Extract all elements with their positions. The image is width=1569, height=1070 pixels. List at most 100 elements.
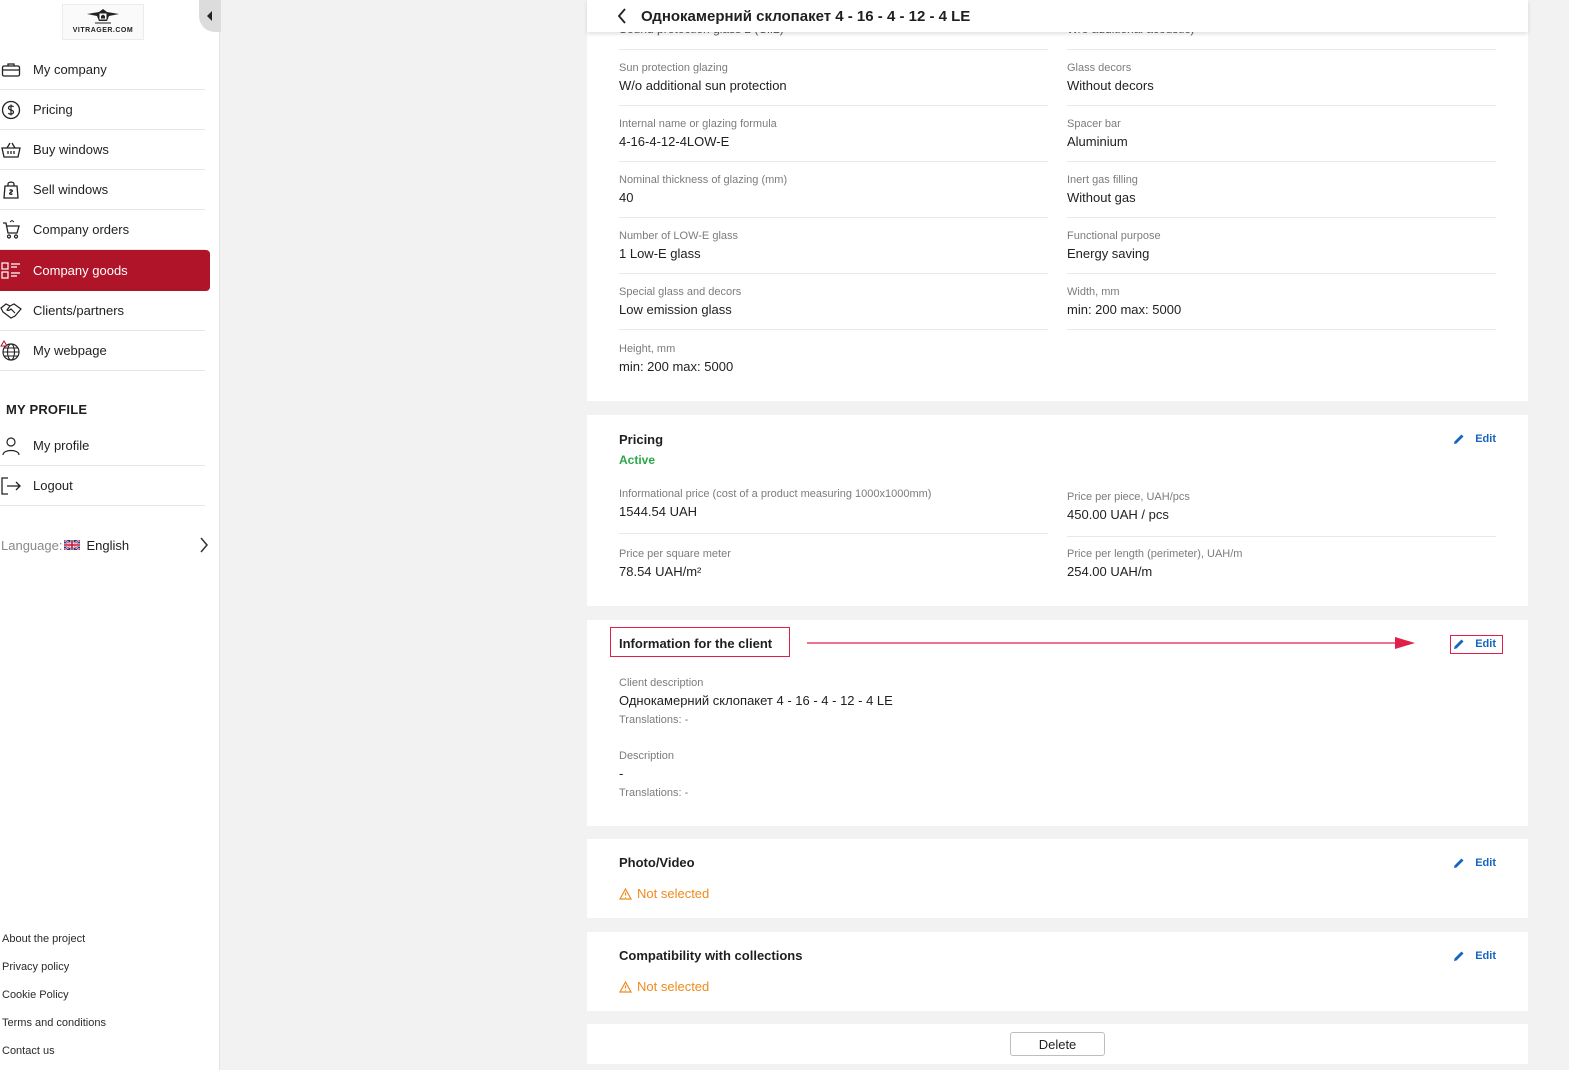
list-grid-icon <box>0 260 24 282</box>
sidebar-item-label: Pricing <box>33 102 73 117</box>
language-label: Language: <box>1 537 63 553</box>
back-button[interactable] <box>617 6 631 26</box>
footer-link-contact[interactable]: Contact us <box>2 1042 106 1070</box>
footer-link-about[interactable]: About the project <box>2 930 106 958</box>
sidebar-item-company-orders[interactable]: Company orders <box>0 210 205 250</box>
compatibility-edit-button[interactable]: Edit <box>1453 950 1496 962</box>
photo-video-title: Photo/Video <box>619 855 695 870</box>
field-width: Width, mm min: 200 max: 5000 <box>1067 286 1182 317</box>
sidebar-item-buy-windows[interactable]: Buy windows <box>0 130 205 170</box>
pencil-icon <box>1454 858 1464 868</box>
sidebar-item-my-webpage[interactable]: My webpage <box>0 331 205 371</box>
page-title: Однокамерний склопакет 4 - 16 - 4 - 12 -… <box>641 7 971 25</box>
profile-nav: My profile Logout <box>0 426 210 506</box>
uk-flag-icon <box>64 540 81 550</box>
client-info-title: Information for the client <box>619 636 773 651</box>
footer-links: About the project Privacy policy Cookie … <box>2 930 106 1070</box>
photo-video-card: Photo/Video Edit Not selected <box>587 839 1528 918</box>
footer-link-cookie[interactable]: Cookie Policy <box>2 986 106 1014</box>
sidebar-item-sell-windows[interactable]: Sell windows <box>0 170 205 210</box>
actions-card: Delete <box>587 1024 1528 1064</box>
field-client-description: Client description Однокамерний склопаке… <box>619 677 893 726</box>
edit-label: Edit <box>1475 638 1496 650</box>
pencil-icon <box>1454 951 1464 961</box>
field-price-per-piece: Price per piece, UAH/pcs 450.00 UAH / pc… <box>1067 491 1190 522</box>
field-glazing-formula: Internal name or glazing formula 4-16-4-… <box>619 118 777 149</box>
cart-icon <box>0 219 24 241</box>
field-inert-gas: Inert gas filling Without gas <box>1067 174 1138 205</box>
sidebar-item-label: Logout <box>33 478 73 493</box>
field-spacer-bar: Spacer bar Aluminium <box>1067 118 1128 149</box>
sidebar-item-label: Company orders <box>33 222 130 237</box>
sidebar-item-label: Clients/partners <box>33 303 125 318</box>
photo-video-status: Not selected <box>619 886 709 901</box>
pricing-status-badge: Active <box>619 453 656 467</box>
briefcase-icon <box>0 59 24 81</box>
delete-button[interactable]: Delete <box>1010 1032 1105 1056</box>
field-glass-decors: Glass decors Without decors <box>1067 62 1154 93</box>
edit-label: Edit <box>1475 433 1496 445</box>
handshake-icon <box>0 300 24 322</box>
annotation-arrow <box>807 637 1415 649</box>
field-special-glass: Special glass and decors Low emission gl… <box>619 286 742 317</box>
sidebar-item-label: My profile <box>33 438 90 453</box>
logout-icon <box>0 475 24 497</box>
shopping-bag-icon <box>0 179 24 201</box>
sidebar-item-clients-partners[interactable]: Clients/partners <box>0 291 205 331</box>
chevron-right-icon <box>200 537 208 553</box>
pricing-card: Pricing Active Edit Informational price … <box>587 415 1528 606</box>
pricing-edit-button[interactable]: Edit <box>1453 433 1496 445</box>
warning-icon <box>619 887 632 900</box>
edit-label: Edit <box>1475 950 1496 962</box>
basket-icon <box>0 139 24 161</box>
field-height: Height, mm min: 200 max: 5000 <box>619 343 734 374</box>
compatibility-card: Compatibility with collections Edit Not … <box>587 932 1528 1011</box>
sidebar: VITRAGER.COM My company Pricing Buy wind… <box>0 0 221 1070</box>
footer-link-terms[interactable]: Terms and conditions <box>2 1014 106 1042</box>
field-functional-purpose: Functional purpose Energy saving <box>1067 230 1161 261</box>
sidebar-nav: My company Pricing Buy windows Sell wind… <box>0 50 210 371</box>
footer-link-privacy[interactable]: Privacy policy <box>2 958 106 986</box>
sidebar-item-my-company[interactable]: My company <box>0 50 205 90</box>
sidebar-item-label: My webpage <box>33 343 107 358</box>
vitrager-logo[interactable]: VITRAGER.COM <box>62 4 144 40</box>
edit-label: Edit <box>1475 857 1496 869</box>
field-description: Description - Translations: - <box>619 750 689 799</box>
field-price-per-length: Price per length (perimeter), UAH/m 254.… <box>1067 548 1243 579</box>
compatibility-status: Not selected <box>619 979 709 994</box>
warning-icon <box>619 980 632 993</box>
sidebar-item-company-goods[interactable]: Company goods <box>0 250 210 291</box>
dollar-circle-icon <box>0 99 24 121</box>
sidebar-collapse-button[interactable] <box>199 0 221 32</box>
globe-icon <box>0 339 24 362</box>
page-header: Однокамерний склопакет 4 - 16 - 4 - 12 -… <box>587 0 1528 32</box>
language-selector[interactable]: Language: English <box>1 535 211 555</box>
field-low-e-count: Number of LOW-E glass 1 Low-E glass <box>619 230 739 261</box>
sidebar-item-logout[interactable]: Logout <box>0 466 205 506</box>
field-nominal-thickness: Nominal thickness of glazing (mm) 40 <box>619 174 788 205</box>
specifications-card: Sound protection glass 2 (Cl.2) W/o addi… <box>587 0 1528 401</box>
sidebar-item-label: Buy windows <box>33 142 109 157</box>
sidebar-item-label: Sell windows <box>33 182 109 197</box>
sidebar-item-label: My company <box>33 62 107 77</box>
sidebar-item-my-profile[interactable]: My profile <box>0 426 205 466</box>
field-informational-price: Informational price (cost of a product m… <box>619 488 932 519</box>
pencil-icon <box>1454 434 1464 444</box>
logo-emblem-icon <box>87 9 119 24</box>
language-value: English <box>86 537 130 553</box>
my-profile-section-title: MY PROFILE <box>6 402 88 417</box>
sidebar-item-pricing[interactable]: Pricing <box>0 90 205 130</box>
pencil-icon <box>1454 639 1464 649</box>
compatibility-title: Compatibility with collections <box>619 948 803 963</box>
sidebar-item-label: Company goods <box>33 263 128 278</box>
description-translations: Translations: - <box>619 787 689 799</box>
pricing-title: Pricing <box>619 432 664 447</box>
photo-video-edit-button[interactable]: Edit <box>1453 857 1496 869</box>
user-icon <box>0 435 24 457</box>
chevron-left-icon <box>617 8 626 24</box>
client-info-card: Information for the client Edit Client d… <box>587 620 1528 826</box>
client-info-edit-button[interactable]: Edit <box>1453 638 1496 650</box>
field-sun-protection: Sun protection glazing W/o additional su… <box>619 62 787 93</box>
field-price-per-square-meter: Price per square meter 78.54 UAH/m² <box>619 548 731 579</box>
logo-text: VITRAGER.COM <box>72 27 134 34</box>
